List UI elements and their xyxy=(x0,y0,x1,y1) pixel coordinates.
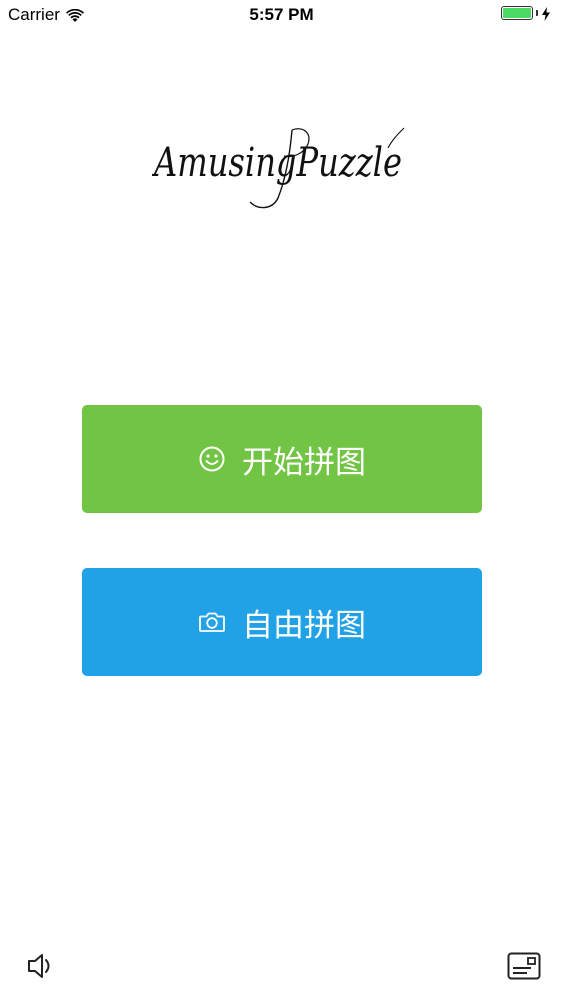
camera-icon xyxy=(198,608,226,636)
start-puzzle-button[interactable]: 开始拼图 xyxy=(82,405,482,513)
status-bar: Carrier 5:57 PM xyxy=(0,0,563,30)
battery-tip xyxy=(536,10,538,16)
app-logo: AmusingPuzzle xyxy=(0,118,563,218)
status-time: 5:57 PM xyxy=(249,5,314,24)
battery-level xyxy=(503,8,531,18)
app-screen: Carrier 5:57 PM AmusingPuzzle 开始拼图 自由拼图 xyxy=(0,0,563,1000)
start-puzzle-label: 开始拼图 xyxy=(242,444,366,481)
free-puzzle-button[interactable]: 自由拼图 xyxy=(82,568,482,676)
battery-icon xyxy=(501,6,551,21)
card-icon xyxy=(507,952,541,984)
free-puzzle-label: 自由拼图 xyxy=(242,607,366,644)
bolt-icon xyxy=(541,6,551,21)
smiley-icon xyxy=(198,445,226,473)
logo-text: AmusingPuzzle xyxy=(152,140,402,186)
speaker-icon xyxy=(25,954,57,986)
card-button[interactable] xyxy=(507,952,541,980)
battery-body xyxy=(501,6,533,20)
sound-toggle-button[interactable] xyxy=(25,950,57,982)
